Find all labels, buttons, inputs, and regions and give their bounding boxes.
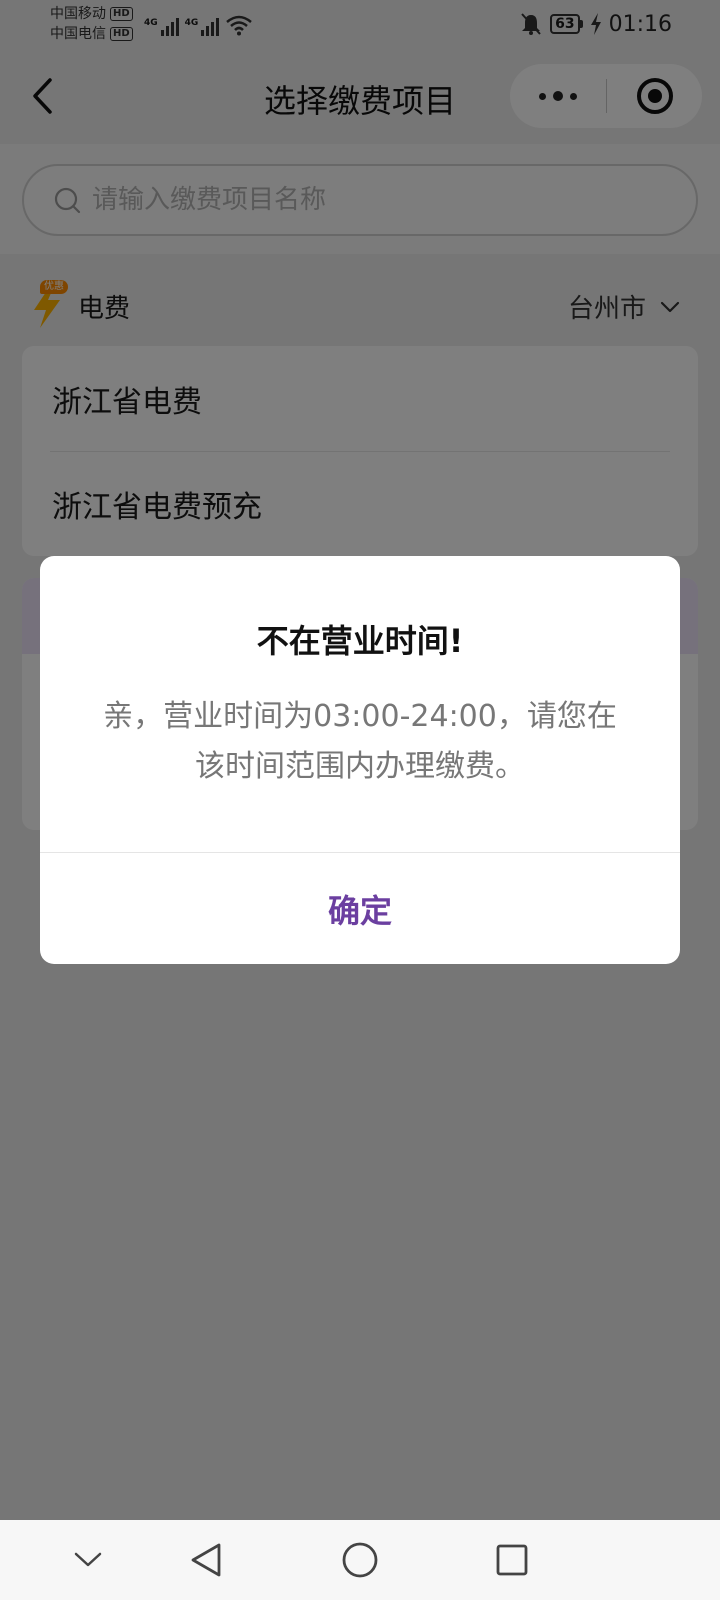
confirm-button[interactable]: 确定 (40, 853, 680, 964)
circle-home-icon (342, 1542, 378, 1578)
chevron-down-icon (74, 1552, 102, 1567)
system-nav-bar (0, 1520, 720, 1600)
alert-dialog: 不在营业时间! 亲，营业时间为03:00-24:00，请您在该时间范围内办理缴费… (40, 556, 680, 964)
nav-home-button[interactable] (336, 1536, 384, 1584)
nav-collapse-button[interactable] (64, 1536, 112, 1584)
nav-back-button[interactable] (182, 1536, 230, 1584)
triangle-back-icon (191, 1543, 221, 1577)
square-recents-icon (496, 1544, 528, 1576)
dialog-title: 不在营业时间! (256, 622, 464, 660)
nav-recents-button[interactable] (488, 1536, 536, 1584)
dialog-message: 亲，营业时间为03:00-24:00，请您在该时间范围内办理缴费。 (103, 699, 617, 784)
